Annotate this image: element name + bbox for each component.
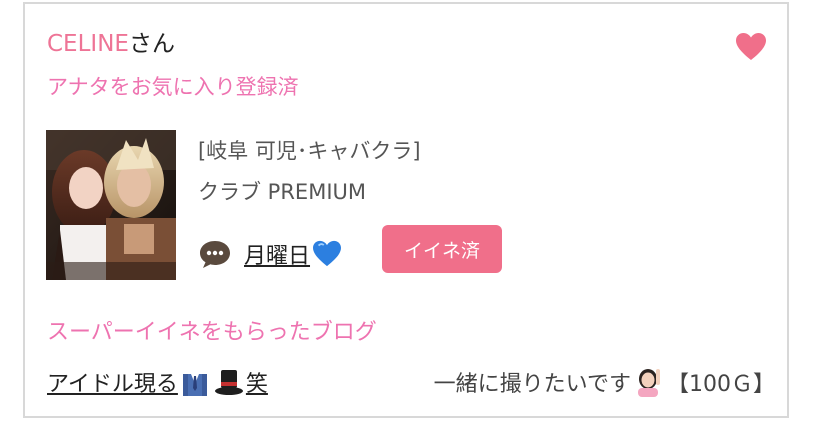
blog-title-link[interactable]: アイドル現る 笑 (47, 366, 268, 398)
profile-photo[interactable] (46, 130, 176, 280)
top-hat-icon (214, 370, 243, 395)
iine-done-button[interactable]: イイネ済 (382, 225, 502, 273)
person-raising-hand-icon (638, 369, 660, 397)
iine-done-label: イイネ済 (403, 239, 480, 262)
speech-bubble-icon (200, 241, 230, 268)
blog-title-prefix: アイドル現る (47, 372, 178, 397)
comment-text: 月曜日 (244, 244, 311, 269)
comment-link[interactable]: 月曜日 (244, 238, 344, 270)
blog-snippet: 一緒に撮りたいです 【100Ｇ】 (434, 366, 775, 398)
user-name[interactable]: CELINE (47, 31, 129, 57)
blog-snippet-text: 一緒に撮りたいです (433, 372, 631, 397)
blog-title-suffix: 笑 (245, 372, 268, 397)
user-name-row[interactable]: CELINEさん (47, 28, 175, 60)
shop-area: [岐阜 可児･キャバクラ] (198, 139, 421, 163)
comment-row[interactable]: 月曜日 (198, 234, 344, 274)
blog-snippet-points: 【100Ｇ】 (667, 372, 775, 397)
shop-name: クラブ PREMIUM (198, 180, 366, 204)
suit-icon (182, 374, 207, 396)
user-name-suffix: さん (128, 31, 175, 57)
favorite-status: アナタをお気に入り登録済 (47, 75, 299, 99)
user-card: CELINEさん アナタをお気に入り登録済 [岐阜 可児･キャバクラ] クラブ … (23, 2, 789, 418)
blue-heart-icon (313, 240, 342, 267)
blog-heading: スーパーイイネをもらったブログ (47, 320, 377, 345)
heart-icon[interactable] (735, 32, 767, 62)
